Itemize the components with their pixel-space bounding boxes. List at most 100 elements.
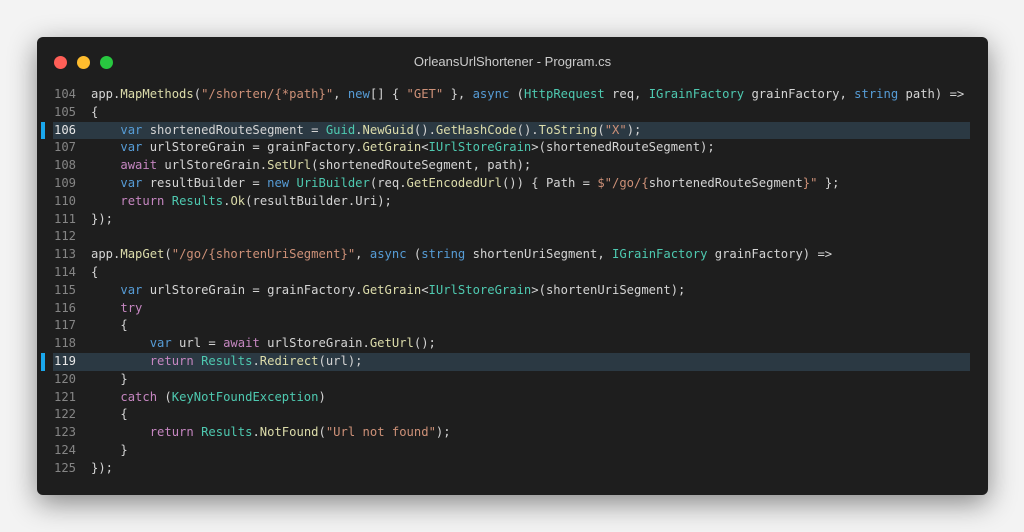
- line-number: 116: [53, 300, 76, 315]
- code-token: grainFactory,: [744, 87, 855, 101]
- code-token: ): [318, 389, 326, 404]
- code-token: GetUrl: [369, 336, 414, 351]
- line-text: var url = await urlStoreGrain.GetUrl();: [91, 335, 436, 353]
- code-token: MapMethods: [120, 87, 194, 101]
- code-token: string: [421, 247, 466, 262]
- line-text: app.MapGet("/go/{shortenUriSegment}", as…: [91, 246, 832, 264]
- line-text: {: [91, 317, 127, 335]
- code-token: path) =>: [898, 87, 965, 101]
- code-token: ToString: [538, 122, 598, 137]
- code-token: new: [267, 175, 290, 190]
- code-token: (: [193, 87, 202, 101]
- code-token: "GET": [406, 87, 444, 101]
- code-line[interactable]: 107 var urlStoreGrain = grainFactory.Get…: [37, 139, 988, 157]
- code-token: HttpRequest: [523, 87, 605, 101]
- code-token: async: [472, 87, 510, 101]
- code-token: .: [252, 425, 260, 440]
- code-line[interactable]: 122 {: [37, 406, 988, 424]
- code-token: NewGuid: [362, 122, 414, 137]
- line-number: 113: [53, 247, 76, 262]
- code-line[interactable]: 108 await urlStoreGrain.SetUrl(shortened…: [37, 157, 988, 175]
- code-token: GetGrain: [362, 282, 422, 297]
- code-line[interactable]: 125});: [37, 460, 988, 478]
- code-token: >(shortenedRouteSegment);: [531, 140, 715, 155]
- code-token: ();: [413, 336, 436, 351]
- code-token: KeyNotFoundException: [171, 389, 319, 404]
- code-token: return: [149, 353, 194, 368]
- code-token: "Url not found": [325, 425, 436, 440]
- code-line[interactable]: 123 return Results.NotFound("Url not fou…: [37, 424, 988, 442]
- code-line-highlighted[interactable]: 106 var shortenedRouteSegment = Guid.New…: [37, 121, 988, 140]
- code-token: .: [252, 353, 260, 368]
- code-token: );: [626, 122, 642, 137]
- code-line[interactable]: 114 {: [37, 264, 988, 282]
- line-number: 108: [53, 158, 76, 173]
- code-token: var: [120, 122, 143, 137]
- code-token: <: [421, 140, 429, 155]
- code-token: url =: [171, 336, 224, 351]
- code-token: },: [443, 87, 473, 101]
- line-number: 112: [53, 229, 76, 244]
- code-line[interactable]: 105 {: [37, 104, 988, 122]
- code-token: $"/go/{: [597, 175, 649, 190]
- code-token: MapGet: [120, 247, 165, 262]
- code-line[interactable]: 116 try: [37, 300, 988, 318]
- editor-window: OrleansUrlShortener - Program.cs 104 app.…: [37, 37, 988, 495]
- code-token: var: [120, 282, 143, 297]
- line-text: }: [91, 442, 128, 460]
- code-token: }: [91, 442, 128, 457]
- code-token: return: [149, 425, 194, 440]
- line-text: var urlStoreGrain = grainFactory.GetGrai…: [91, 282, 685, 300]
- line-text: app.MapMethods("/shorten/{*path}", new[]…: [91, 86, 964, 104]
- code-token: grainFactory) =>: [707, 247, 833, 262]
- code-token: try: [120, 300, 143, 315]
- code-token: urlStoreGrain.: [259, 336, 370, 351]
- code-token: IGrainFactory: [612, 247, 708, 262]
- code-token: Results: [201, 353, 253, 368]
- code-line[interactable]: 121 catch (KeyNotFoundException): [37, 389, 988, 407]
- code-token: <: [421, 282, 429, 297]
- line-number: 123: [53, 425, 76, 440]
- line-text: catch (KeyNotFoundException): [91, 389, 326, 407]
- code-token: (shortenedRouteSegment, path);: [311, 158, 532, 173]
- code-line[interactable]: 104 app.MapMethods("/shorten/{*path}", ne…: [37, 86, 988, 104]
- code-token: (url);: [318, 353, 363, 368]
- code-token: string: [854, 87, 899, 101]
- line-number: 124: [53, 442, 76, 457]
- line-text: var resultBuilder = new UriBuilder(req.G…: [91, 175, 839, 193]
- code-line[interactable]: 110 return Results.Ok(resultBuilder.Uri)…: [37, 193, 988, 211]
- code-token: Guid: [325, 122, 356, 137]
- code-line[interactable]: 118 var url = await urlStoreGrain.GetUrl…: [37, 335, 988, 353]
- code-line[interactable]: 112: [37, 228, 988, 246]
- line-number: 114: [53, 264, 76, 279]
- code-token: new: [347, 87, 370, 101]
- code-token: {: [91, 104, 99, 119]
- code-editor[interactable]: 104 app.MapMethods("/shorten/{*path}", ne…: [37, 86, 988, 478]
- code-line[interactable]: 120 }: [37, 371, 988, 389]
- line-number: 120: [53, 371, 76, 386]
- code-line[interactable]: 117 {: [37, 317, 988, 335]
- code-token: ()) { Path =: [501, 175, 598, 190]
- code-token: (: [406, 247, 422, 262]
- line-number: 121: [53, 389, 76, 404]
- code-token: IUrlStoreGrain: [428, 140, 532, 155]
- line-text: return Results.NotFound("Url not found")…: [91, 424, 451, 442]
- code-token: var: [120, 140, 143, 155]
- code-line[interactable]: 109 var resultBuilder = new UriBuilder(r…: [37, 175, 988, 193]
- code-token: ().: [413, 122, 436, 137]
- code-line[interactable]: 113 app.MapGet("/go/{shortenUriSegment}",…: [37, 246, 988, 264]
- code-token: await: [223, 336, 260, 351]
- code-line[interactable]: 111});: [37, 211, 988, 229]
- line-text: {: [91, 406, 127, 424]
- code-line[interactable]: 124 }: [37, 442, 988, 460]
- line-number: 117: [53, 318, 76, 333]
- code-token: GetEncodedUrl: [406, 175, 502, 190]
- code-line[interactable]: 115 var urlStoreGrain = grainFactory.Get…: [37, 282, 988, 300]
- code-line-highlighted[interactable]: 119 return Results.Redirect(url);: [37, 352, 988, 371]
- code-token: .: [355, 122, 363, 137]
